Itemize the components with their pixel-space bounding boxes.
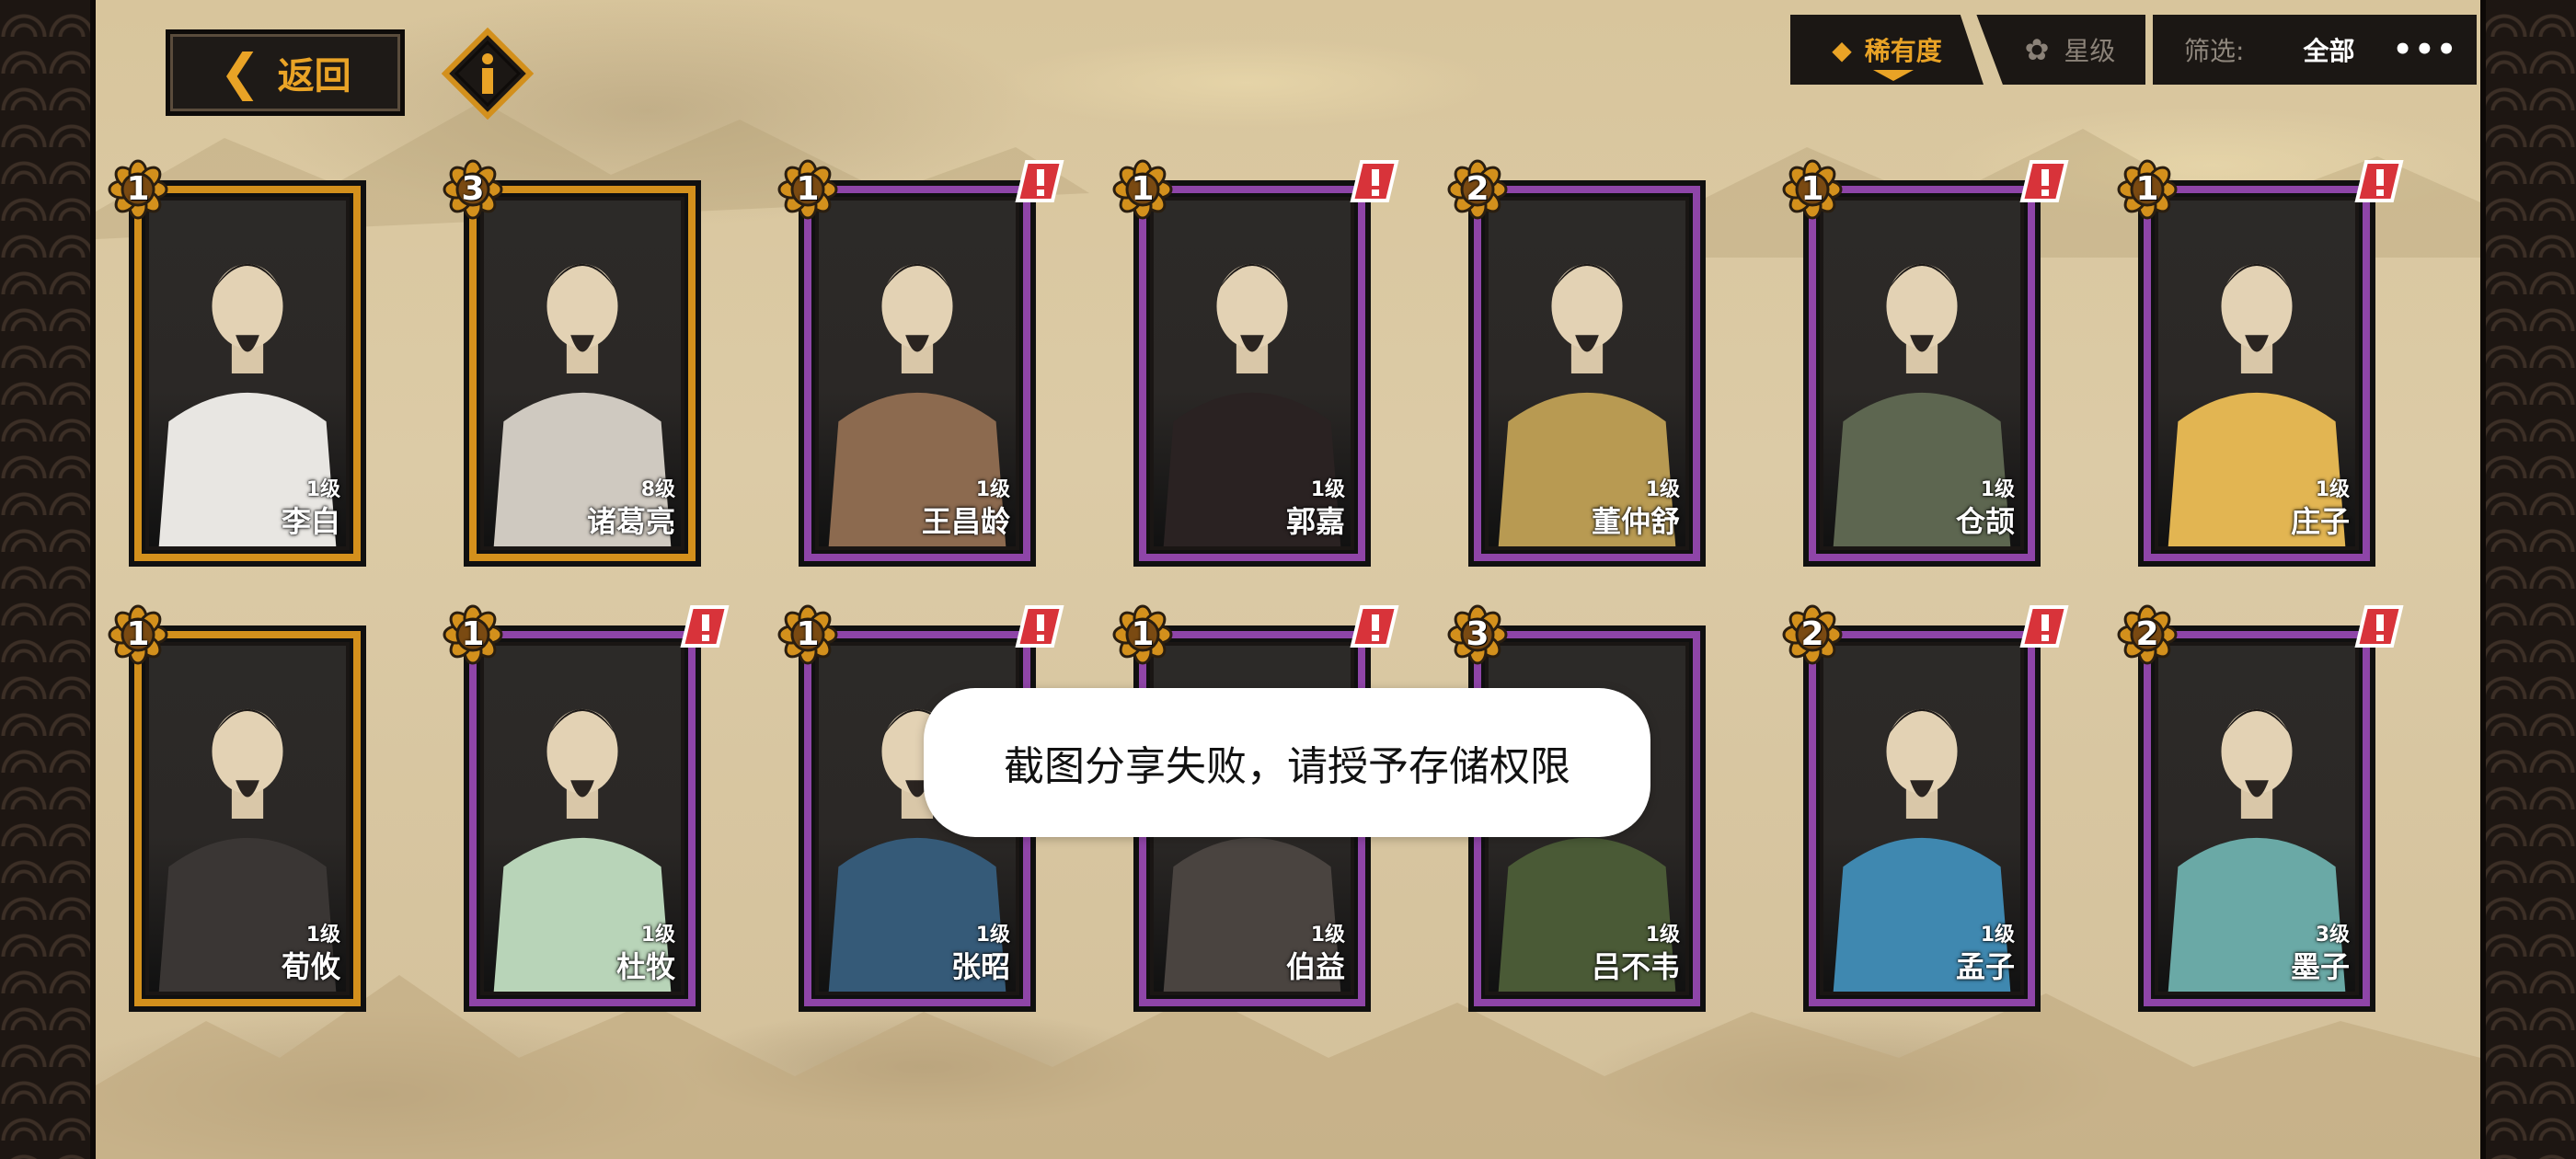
alert-icon [1014,158,1065,204]
flower-icon: ✿ [2024,32,2050,67]
filter-dropdown[interactable]: 筛选: 全部 ••• [2153,15,2477,85]
alert-icon [2018,603,2070,649]
hero-card[interactable]: 1级 杜牧 1 [443,604,730,1012]
hero-name: 董仲舒 [1591,504,1680,539]
star-count: 2 [1466,170,1489,208]
star-badge: 1 [2116,158,2179,221]
alert-icon [2353,158,2405,204]
hero-card[interactable]: 1级 王昌龄 1 [777,159,1064,567]
star-count: 2 [2135,615,2159,653]
star-count: 3 [1466,615,1489,653]
star-badge: 1 [107,603,169,666]
filter-value: 全部 [2303,36,2355,66]
hero-name: 张昭 [950,949,1010,984]
hero-name: 杜牧 [615,949,675,984]
star-count: 2 [1800,615,1824,653]
star-badge: 1 [1781,158,1844,221]
hero-name: 郭嘉 [1285,504,1345,539]
alert-icon [679,603,730,649]
alert-icon [1349,158,1400,204]
hero-name: 孟子 [1955,949,2015,984]
alert-icon [1014,603,1065,649]
alert-icon [2353,603,2405,649]
star-count: 1 [1800,170,1824,208]
star-count: 3 [461,170,485,208]
star-count: 1 [126,170,150,208]
filter-label: 筛选: [2184,36,2245,66]
hero-name: 吕不韦 [1591,949,1680,984]
star-badge: 3 [1446,603,1509,666]
alert-icon [2018,158,2070,204]
hero-card[interactable]: 1级 孟子 2 [1782,604,2069,1012]
hero-card[interactable]: 1级 董仲舒 2 [1447,159,1706,567]
star-badge: 1 [1111,603,1174,666]
right-border-decoration [2480,0,2576,1159]
star-count: 1 [1131,615,1155,653]
tab-rarity[interactable]: ◆ 稀有度 [1790,15,1984,85]
info-button[interactable] [441,27,535,120]
tab-rarity-label: 稀有度 [1864,36,1942,66]
more-options-icon[interactable]: ••• [2393,31,2458,68]
active-tab-marker [1873,70,1914,81]
alert-icon [1349,603,1400,649]
hero-card[interactable]: 1级 郭嘉 1 [1112,159,1399,567]
star-badge: 1 [442,603,504,666]
chevron-left-icon: ❮ [219,43,261,101]
star-count: 1 [126,615,150,653]
info-icon [441,27,535,120]
back-button[interactable]: ❮ 返回 [166,29,405,116]
hero-name: 诸葛亮 [586,504,675,539]
star-count: 1 [796,170,820,208]
hero-card[interactable]: 1级 仓颉 1 [1782,159,2069,567]
left-border-decoration [0,0,96,1159]
star-badge: 2 [1781,603,1844,666]
hero-card[interactable]: 1级 李白 1 [108,159,366,567]
star-badge: 1 [107,158,169,221]
star-count: 1 [796,615,820,653]
hero-name: 庄子 [2290,504,2350,539]
star-badge: 1 [1111,158,1174,221]
hero-name: 王昌龄 [921,504,1010,539]
hero-name: 墨子 [2290,949,2350,984]
tab-star-label: 星级 [2064,36,2116,66]
hero-card[interactable]: 3级 墨子 2 [2117,604,2404,1012]
back-button-label: 返回 [277,55,351,98]
star-count: 1 [461,615,485,653]
star-badge: 2 [2116,603,2179,666]
star-badge: 1 [776,158,839,221]
star-count: 1 [2135,170,2159,208]
hero-name: 伯益 [1285,949,1345,984]
hero-card[interactable]: 1级 庄子 1 [2117,159,2404,567]
diamond-icon: ◆ [1832,34,1852,65]
star-count: 1 [1131,170,1155,208]
hero-card[interactable]: 1级 荀攸 1 [108,604,366,1012]
hero-name: 荀攸 [281,949,340,984]
star-badge: 1 [776,603,839,666]
star-badge: 3 [442,158,504,221]
hero-name: 李白 [281,504,340,539]
star-badge: 2 [1446,158,1509,221]
toast-message: 截图分享失败，请授予存储权限 [924,688,1650,837]
hero-card[interactable]: 8级 诸葛亮 3 [443,159,701,567]
hero-name: 仓颉 [1955,504,2015,539]
